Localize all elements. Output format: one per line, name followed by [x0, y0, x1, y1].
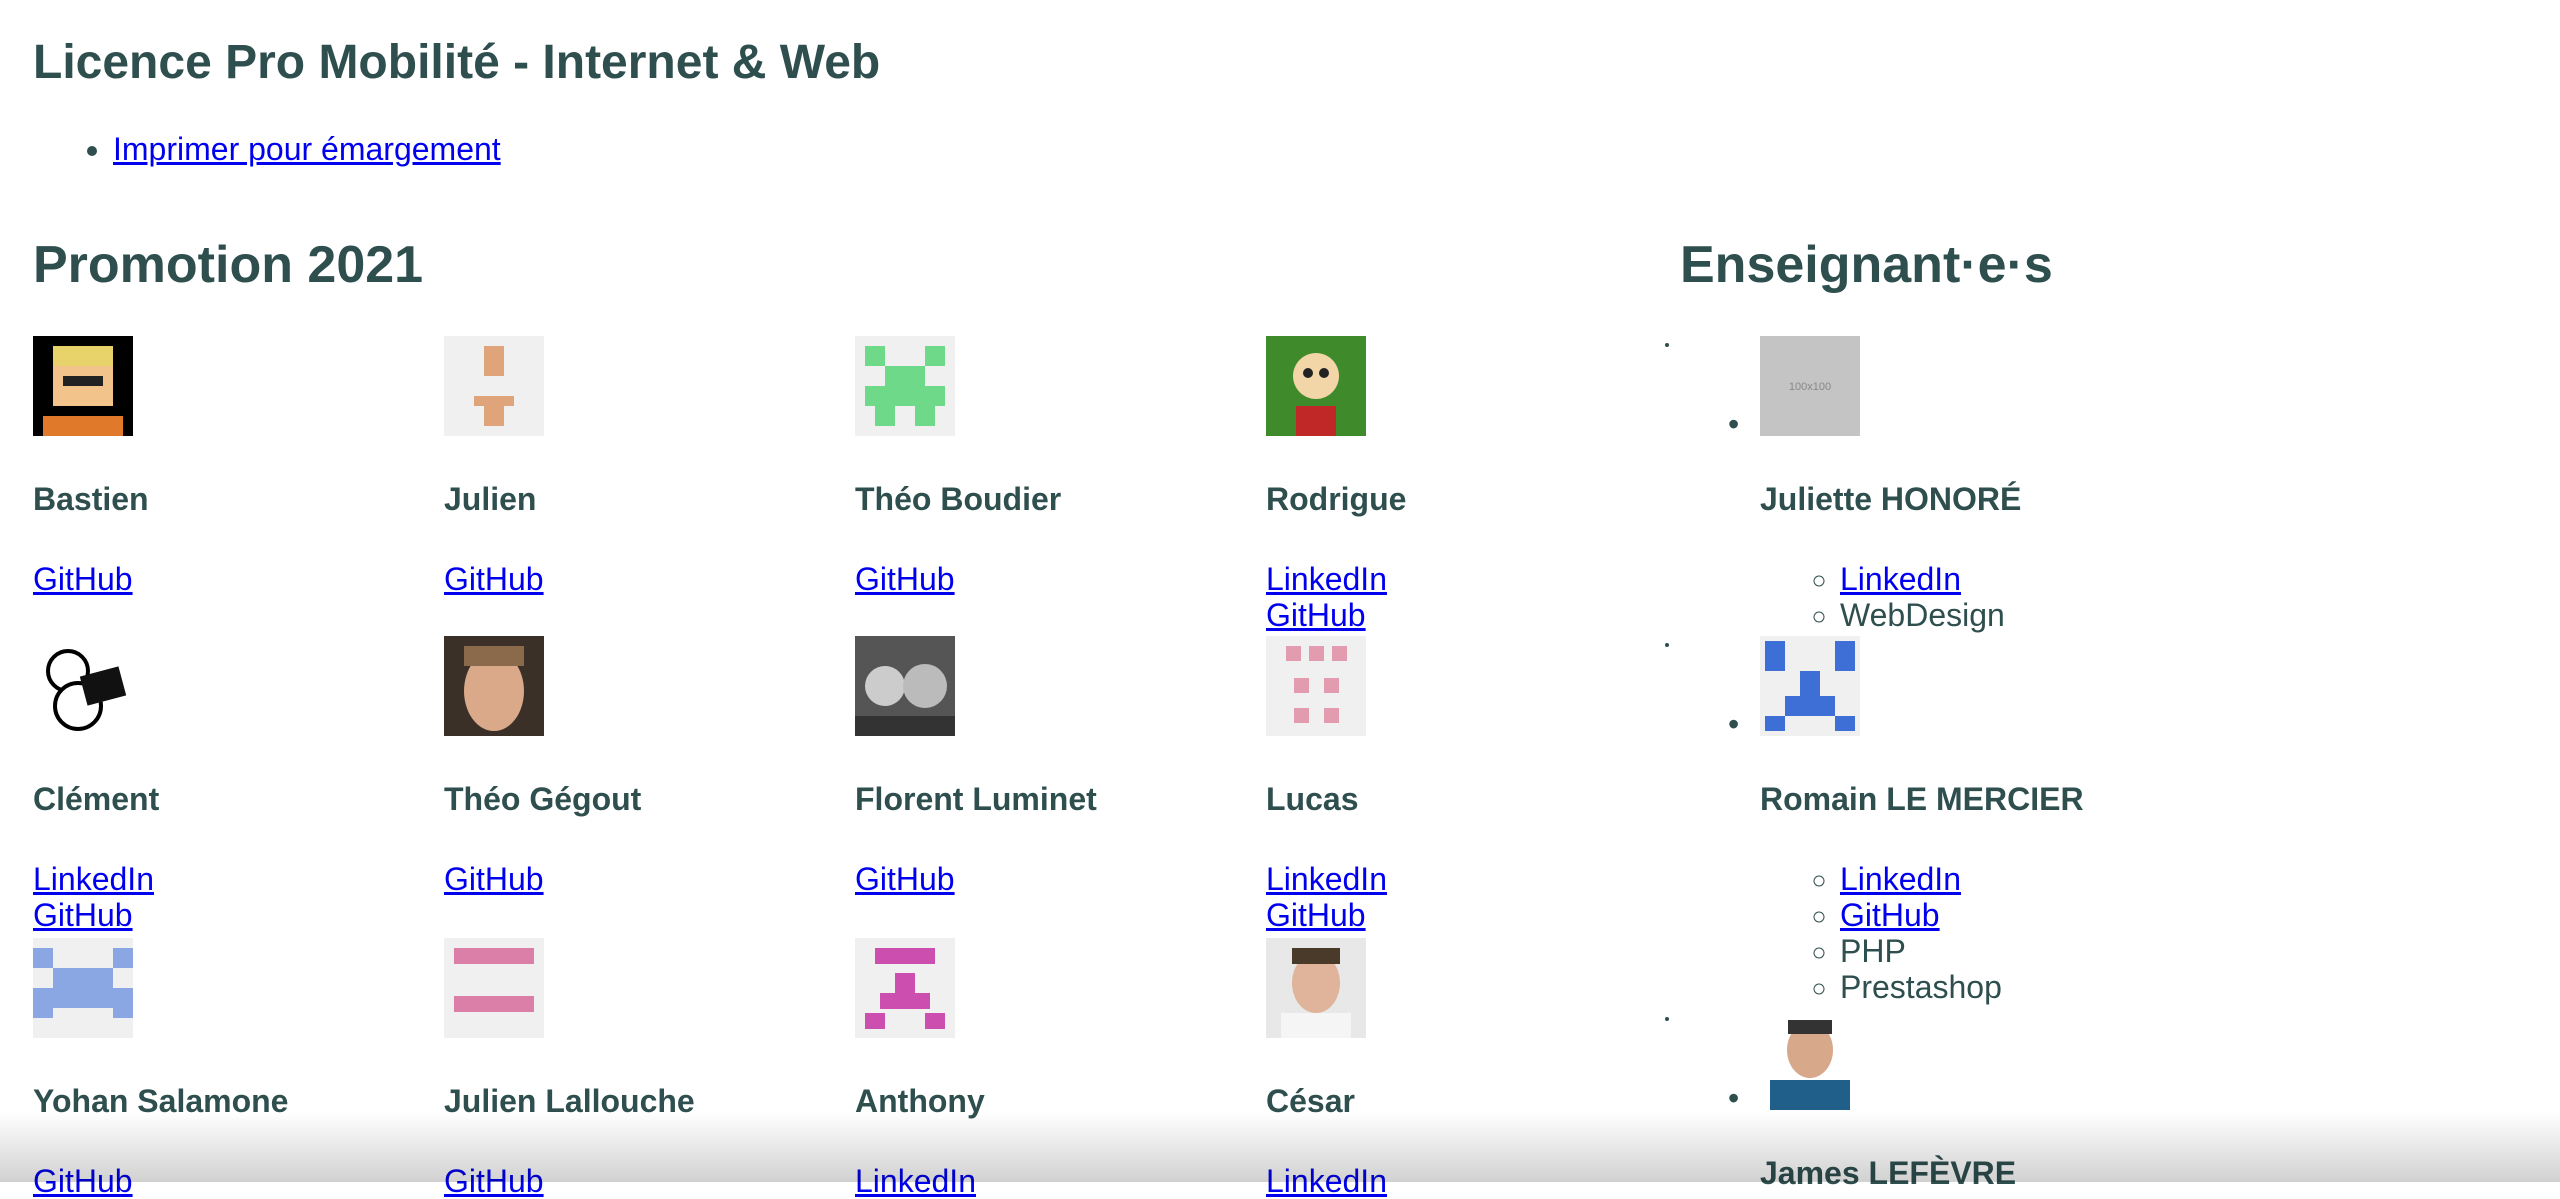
github-link[interactable]: GitHub [444, 1163, 544, 1199]
teacher-details: LinkedIn GitHub PHP Prestashop [1760, 861, 2002, 1005]
student-links: GitHub [855, 561, 955, 597]
student-links: GitHub [33, 1163, 133, 1199]
teacher-name: Romain LE MERCIER [1760, 781, 2084, 817]
avatar [855, 938, 955, 1038]
avatar [444, 636, 544, 736]
student-card: Théo Gégout GitHub [444, 636, 844, 897]
avatar [855, 336, 955, 436]
print-attendance-link[interactable]: Imprimer pour émargement [113, 131, 501, 167]
student-name: Clément [33, 781, 160, 817]
student-card: César LinkedIn [1266, 938, 1666, 1199]
avatar [444, 938, 544, 1038]
linkedin-link[interactable]: LinkedIn [1266, 1163, 1387, 1199]
student-links: LinkedIn [1266, 1163, 1387, 1199]
teacher-name: Juliette HONORÉ [1760, 481, 2022, 517]
list-item: LinkedIn [1840, 861, 2002, 897]
avatar [855, 636, 955, 736]
student-links: LinkedIn GitHub [1266, 861, 1387, 933]
skill-item: PHP [1840, 933, 2002, 969]
github-link[interactable]: GitHub [1266, 897, 1387, 933]
promotion-title: Promotion 2021 [33, 236, 424, 294]
linkedin-link[interactable]: LinkedIn [855, 1163, 976, 1199]
avatar [1266, 636, 1366, 736]
teacher-details: LinkedIn WebDesign [1760, 561, 2005, 633]
github-link[interactable]: GitHub [444, 561, 544, 597]
student-card: Yohan Salamone GitHub [33, 938, 433, 1199]
teacher-card: • Romain LE MERCIER LinkedIn GitHub PHP … [1680, 636, 2280, 1005]
bullet-icon: • [1728, 1080, 1740, 1116]
student-links: GitHub [444, 1163, 544, 1199]
student-name: Anthony [855, 1083, 985, 1119]
avatar [33, 336, 133, 436]
student-name: Florent Luminet [855, 781, 1097, 817]
github-link[interactable]: GitHub [33, 561, 133, 597]
student-card: Julien Lallouche GitHub [444, 938, 844, 1199]
student-links: GitHub [855, 861, 955, 897]
linkedin-link[interactable]: LinkedIn [33, 861, 154, 897]
student-name: Théo Gégout [444, 781, 642, 817]
skill-item: WebDesign [1840, 597, 2005, 633]
student-card: Julien GitHub [444, 336, 844, 597]
list-item: LinkedIn [1840, 561, 2005, 597]
student-name: Julien Lallouche [444, 1083, 695, 1119]
student-links: GitHub [444, 561, 544, 597]
avatar [33, 636, 133, 736]
student-name: Lucas [1266, 781, 1359, 817]
teachers-title: Enseignant·e·s [1680, 236, 2053, 294]
page-title: Licence Pro Mobilité - Internet & Web [33, 36, 881, 89]
student-card: Bastien GitHub [33, 336, 433, 597]
github-link[interactable]: GitHub [1840, 897, 1940, 933]
student-card: Anthony LinkedIn [855, 938, 1255, 1199]
top-links-list: Imprimer pour émargement [33, 124, 501, 174]
avatar [33, 938, 133, 1038]
github-link[interactable]: GitHub [1266, 597, 1387, 633]
student-card: Théo Boudier GitHub [855, 336, 1255, 597]
avatar [1266, 938, 1366, 1038]
student-links: LinkedIn GitHub [33, 861, 154, 933]
student-name: Yohan Salamone [33, 1083, 289, 1119]
student-name: Bastien [33, 481, 149, 517]
linkedin-link[interactable]: LinkedIn [1840, 561, 1961, 597]
list-item: Imprimer pour émargement [113, 124, 501, 174]
student-links: GitHub [33, 561, 133, 597]
avatar [1760, 1010, 1860, 1110]
student-name: Théo Boudier [855, 481, 1062, 517]
github-link[interactable]: GitHub [855, 861, 955, 897]
github-link[interactable]: GitHub [33, 897, 154, 933]
bullet-icon: • [1728, 706, 1740, 742]
linkedin-link[interactable]: LinkedIn [1266, 861, 1387, 897]
github-link[interactable]: GitHub [33, 1163, 133, 1199]
list-item: GitHub [1840, 897, 2002, 933]
student-name: Rodrigue [1266, 481, 1407, 517]
avatar [1266, 336, 1366, 436]
github-link[interactable]: GitHub [444, 861, 544, 897]
student-card: Rodrigue LinkedIn GitHub [1266, 336, 1666, 633]
student-card: Clément LinkedIn GitHub [33, 636, 433, 933]
student-links: GitHub [444, 861, 544, 897]
teacher-card: • James LEFÈVRE [1680, 1010, 2280, 1191]
student-card: Florent Luminet GitHub [855, 636, 1255, 897]
linkedin-link[interactable]: LinkedIn [1840, 861, 1961, 897]
avatar [444, 336, 544, 436]
bullet-icon: • [1728, 406, 1740, 442]
student-name: Julien [444, 481, 537, 517]
student-name: César [1266, 1083, 1355, 1119]
teacher-card: • 100x100 Juliette HONORÉ LinkedIn WebDe… [1680, 336, 2280, 633]
student-links: LinkedIn GitHub [1266, 561, 1387, 633]
avatar-placeholder: 100x100 [1760, 336, 1860, 436]
student-links: LinkedIn [855, 1163, 976, 1199]
placeholder-label: 100x100 [1789, 381, 1831, 393]
github-link[interactable]: GitHub [855, 561, 955, 597]
linkedin-link[interactable]: LinkedIn [1266, 561, 1387, 597]
skill-item: Prestashop [1840, 969, 2002, 1005]
student-card: Lucas LinkedIn GitHub [1266, 636, 1666, 933]
teacher-name: James LEFÈVRE [1760, 1155, 2017, 1191]
avatar [1760, 636, 1860, 736]
